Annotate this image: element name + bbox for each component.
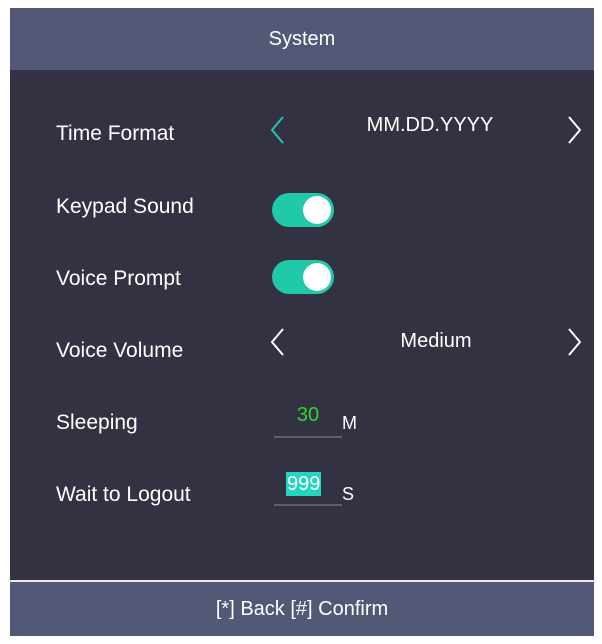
keypad-sound-label: Keypad Sound: [56, 195, 194, 218]
keypad-sound-toggle[interactable]: [272, 193, 334, 227]
voice-volume-label: Voice Volume: [56, 339, 184, 362]
key-hint: [*] Back [#] Confirm: [215, 597, 389, 620]
time-format-prev-icon[interactable]: [268, 114, 288, 146]
voice-volume-value: Medium: [400, 330, 472, 352]
wait-to-logout-label: Wait to Logout: [56, 483, 191, 506]
sleeping-label: Sleeping: [56, 411, 138, 434]
header-bar: System: [10, 8, 594, 70]
voice-prompt-label: Voice Prompt: [56, 267, 181, 290]
wait-to-logout-unit: S: [342, 484, 355, 504]
sleeping-input[interactable]: 30: [274, 398, 342, 438]
system-screen: System Time Format MM.DD.YYYY Keypad Sou…: [10, 8, 594, 636]
time-format-next-icon[interactable]: [564, 114, 584, 146]
wait-to-logout-input[interactable]: 999: [274, 466, 342, 506]
footer-bar: [*] Back [#] Confirm: [10, 580, 594, 636]
toggle-knob: [303, 263, 331, 291]
page-title: System: [268, 27, 336, 50]
voice-volume-next-icon[interactable]: [564, 326, 584, 358]
voice-volume-prev-icon[interactable]: [268, 326, 288, 358]
toggle-knob: [303, 196, 331, 224]
voice-prompt-toggle[interactable]: [272, 260, 334, 294]
time-format-value: MM.DD.YYYY: [366, 114, 494, 136]
wait-to-logout-value: 999: [286, 472, 322, 496]
sleeping-unit: M: [342, 413, 357, 433]
time-format-label: Time Format: [56, 122, 175, 145]
sleeping-value: 30: [296, 404, 320, 426]
